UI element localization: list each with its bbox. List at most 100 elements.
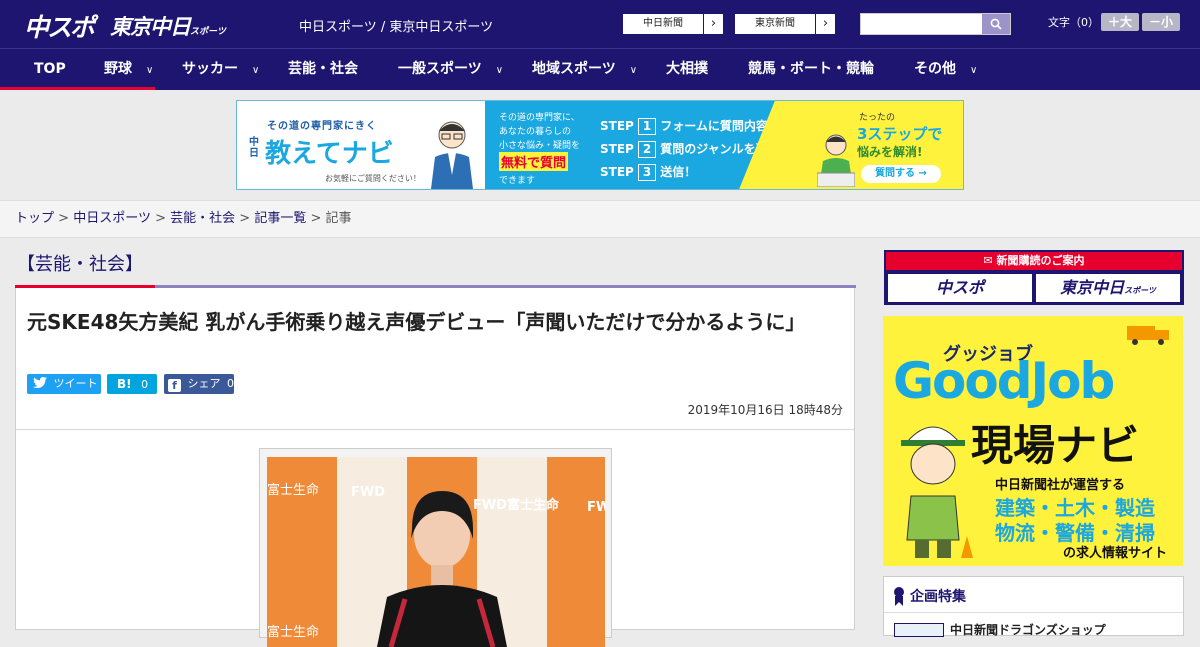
dragons-shop-thumbnail[interactable] (894, 623, 944, 637)
font-larger-button[interactable]: ＋大 (1101, 13, 1139, 31)
subscription-box: ✉ 新聞購読のご案内 中スポ 東京中日スポーツ (884, 250, 1184, 305)
step-number: 3 (638, 164, 657, 181)
person-silhouette-icon (377, 491, 507, 647)
goodjob-title: 現場ナビ (971, 421, 1140, 470)
arrow-right-icon: → (918, 168, 927, 179)
banner-brand-prefix: 中日 (249, 137, 259, 159)
backdrop-text: 富士生命 (267, 625, 320, 640)
construction-worker-icon (901, 426, 973, 558)
step-label: STEP (600, 165, 634, 179)
banner-cta-label: 質問する (875, 168, 916, 179)
search-input[interactable] (860, 13, 1011, 35)
banner-right-big: 3ステップで (857, 125, 943, 143)
nav-item-soccer[interactable]: サッカー ∨ (182, 49, 259, 90)
special-features-header: 企画特集 (884, 577, 1183, 613)
chevron-right-icon: › (703, 14, 723, 34)
twitter-icon (33, 377, 47, 389)
tweet-button[interactable]: ツイート (27, 374, 101, 394)
banner-right-sub: 悩みを解消! (857, 145, 923, 159)
breadcrumb-article-list[interactable]: 記事一覧 (254, 211, 306, 226)
breadcrumb-entertainment[interactable]: 芸能・社会 (170, 211, 235, 226)
step-number: 1 (638, 118, 657, 135)
subscribe-tokyo-suffix: スポーツ (1124, 286, 1156, 295)
site-names: 中日スポーツ / 東京中日スポーツ (299, 20, 494, 35)
nav-item-baseball[interactable]: 野球 ∨ (104, 49, 153, 90)
banner-cta-button[interactable]: 質問する → (861, 165, 941, 183)
goodjob-genba-navi-ad[interactable]: グッジョブ GoodJob 現場ナビ 中日新聞社が運営する 建築・土木・製造 物… (883, 316, 1183, 566)
tokyo-shimbun-button[interactable]: 東京新聞 › (734, 13, 836, 35)
breadcrumb-separator: > (310, 211, 322, 226)
breadcrumb-separator: > (239, 211, 251, 226)
step-number: 2 (638, 141, 657, 158)
nav-item-label: その他 (914, 61, 956, 77)
nav-item-general-sports[interactable]: 一般スポーツ ∨ (398, 49, 503, 90)
article-title: 元SKE48矢方美紀 乳がん手術乗り越え声優デビュー「声聞いただけで分かるように… (27, 310, 806, 334)
ribbon-icon (894, 587, 904, 606)
chevron-down-icon: ∨ (495, 65, 504, 76)
nav-item-entertainment[interactable]: 芸能・社会 (288, 49, 358, 90)
chevron-down-icon: ∨ (629, 65, 638, 76)
special-features-box: 企画特集 中日新聞ドラゴンズショップ (883, 576, 1184, 637)
subscribe-tokyo-chunichi-button[interactable]: 東京中日スポーツ (1036, 274, 1180, 302)
search-button[interactable] (982, 14, 1010, 34)
facebook-share-count: 0 (227, 377, 234, 390)
tokyo-chunichi-logo[interactable]: 東京中日スポーツ (110, 11, 226, 41)
hatena-icon: B! (117, 377, 132, 391)
oshiete-navi-banner[interactable]: その道の専門家にきく 中日 教えてナビ お気軽にご質問ください！ その道の専門家… (236, 100, 964, 190)
main-nav: TOP 野球 ∨ サッカー ∨ 芸能・社会 一般スポーツ ∨ 地域スポーツ ∨ 大相撲 … (0, 48, 1200, 90)
nav-item-label: 大相撲 (666, 61, 708, 77)
nav-item-label: 競馬・ボート・競輪 (748, 61, 874, 77)
breadcrumb-top[interactable]: トップ (15, 211, 54, 226)
hatena-count: 0 (141, 378, 149, 391)
nav-item-regional-sports[interactable]: 地域スポーツ ∨ (532, 49, 637, 90)
step-text: 送信！ (660, 165, 697, 179)
article-category: 【芸能・社会】 (17, 254, 143, 275)
goodjob-line1: 中日新聞社が運営する (995, 478, 1126, 493)
chuspo-logo[interactable]: 中スポ (24, 8, 95, 44)
banner-tagline: その道の専門家にきく (267, 121, 377, 132)
nav-item-keiba[interactable]: 競馬・ボート・競輪 (748, 49, 874, 90)
facebook-icon: f (168, 379, 181, 392)
top-bar: 中スポ 東京中日スポーツ 中日スポーツ / 東京中日スポーツ 中日新聞 › 東京新… (0, 0, 1200, 48)
article-photo[interactable]: 富士生命 FWD FWD富士生命 FWD 富士生命 (267, 457, 605, 647)
newspaper-icon: ✉ (983, 254, 993, 267)
banner-desc-line: あなたの暮らしの (499, 127, 572, 137)
facebook-share-label: シェア (187, 377, 221, 390)
chunichi-shimbun-label: 中日新聞 (643, 18, 683, 29)
search-icon (990, 18, 1002, 30)
breadcrumb-separator: > (155, 211, 166, 226)
subscribe-tokyo-label: 東京中日 (1060, 278, 1125, 297)
goodjob-line4: の求人情報サイト (1063, 546, 1168, 561)
chunichi-shimbun-button[interactable]: 中日新聞 › (622, 13, 724, 35)
truck-icon (1127, 326, 1169, 345)
facebook-share-button[interactable]: f シェア 0 (164, 374, 234, 394)
subscribe-chuspo-button[interactable]: 中スポ (888, 274, 1032, 302)
nav-item-label: 地域スポーツ (532, 61, 616, 77)
article-date: 2019年10月16日 18時48分 (687, 403, 843, 417)
chevron-down-icon: ∨ (146, 65, 154, 76)
breadcrumb-current: 記事 (325, 211, 352, 226)
hatena-bookmark-button[interactable]: B! 0 (107, 374, 157, 394)
font-smaller-button[interactable]: －小 (1142, 13, 1180, 31)
tweet-label: ツイート (53, 377, 98, 390)
banner-desc-line: その道の専門家に、 (499, 113, 580, 123)
article-top-bar-purple (155, 285, 856, 288)
banner-desc-end: できます (499, 176, 536, 186)
banner-desc: その道の専門家に、 あなたの暮らしの 小さな悩み・疑問を (499, 111, 580, 153)
subscription-header-label: 新聞購読のご案内 (996, 254, 1085, 267)
breadcrumb-chunichi-sports[interactable]: 中日スポーツ (73, 211, 151, 226)
banner-note: お気軽にご質問ください！ (325, 174, 421, 183)
step-label: STEP (600, 119, 634, 133)
breadcrumb: トップ > 中日スポーツ > 芸能・社会 > 記事一覧 > 記事 (0, 200, 1200, 238)
banner-desc-line: 小さな悩み・疑問を (499, 141, 581, 151)
banner-right: たったの 3ステップで 悩みを解消! 質問する → (775, 101, 963, 189)
font-size-label: 文字（0） (1048, 16, 1099, 29)
nav-item-label: サッカー (182, 61, 238, 77)
nav-item-other[interactable]: その他 ∨ (914, 49, 977, 90)
nav-item-label: TOP (34, 61, 66, 77)
backdrop-text: FWD (587, 500, 605, 515)
nav-item-sumo[interactable]: 大相撲 (666, 49, 708, 90)
article-divider (16, 429, 854, 430)
banner-right-small: たったの (859, 113, 896, 123)
chevron-down-icon: ∨ (252, 65, 260, 76)
